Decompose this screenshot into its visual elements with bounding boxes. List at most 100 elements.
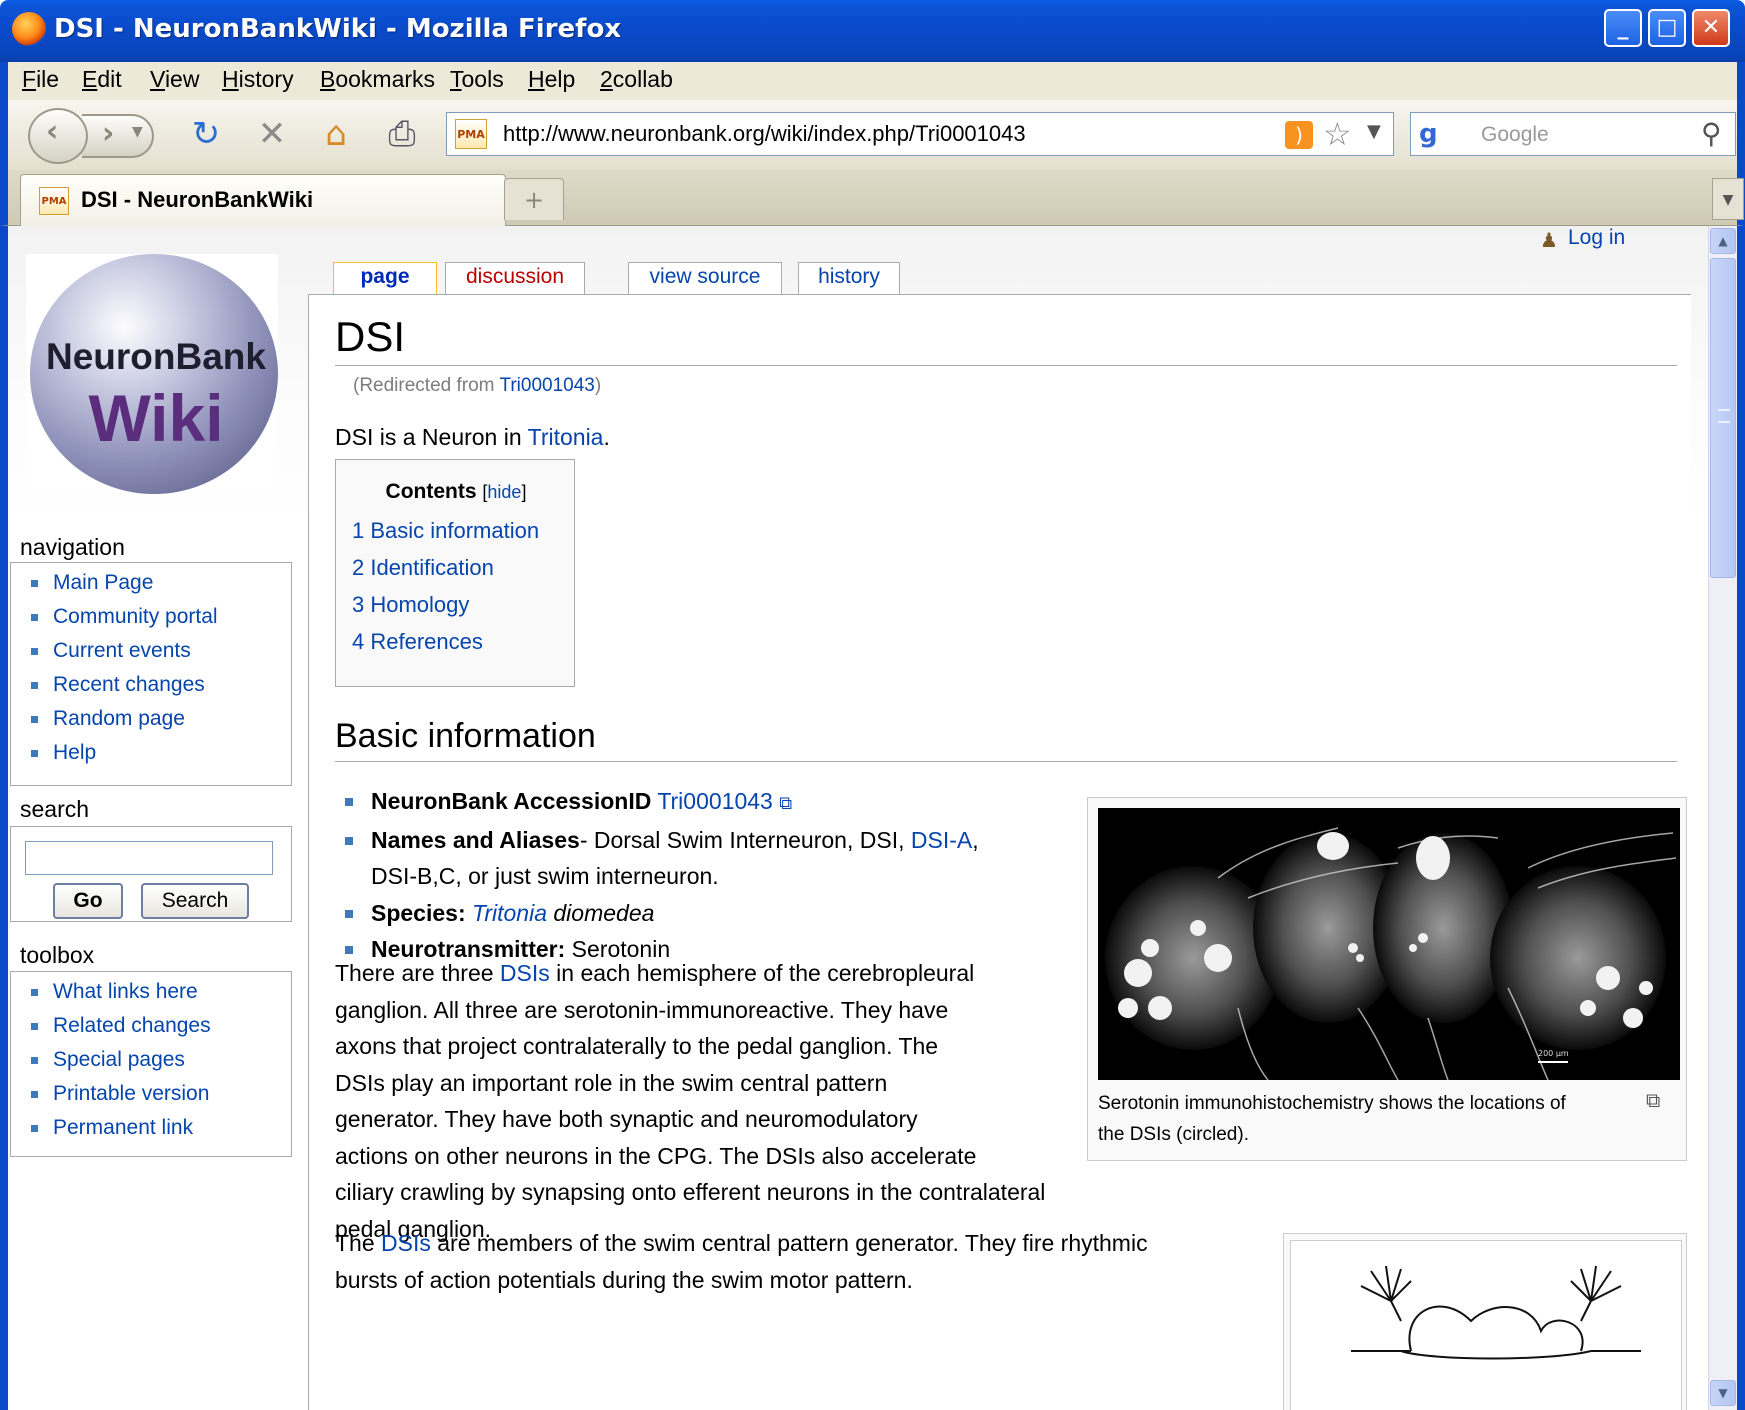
tab-view-source[interactable]: view source: [628, 262, 782, 294]
close-button[interactable]: ✕: [1692, 9, 1730, 47]
forward-button[interactable]: › ▼: [82, 114, 154, 158]
para2-line-2: bursts of action potentials during the s…: [335, 1266, 913, 1293]
para2-text-1a: The: [335, 1230, 382, 1256]
minimize-button[interactable]: _: [1604, 9, 1642, 47]
scroll-down-icon[interactable]: ▼: [1710, 1380, 1736, 1406]
url-text[interactable]: http://www.neuronbank.org/wiki/index.php…: [503, 121, 1026, 147]
menu-view-label: iew: [164, 66, 200, 92]
neuron-diagram-image[interactable]: [1290, 1240, 1682, 1410]
menu-history-accesskey: H: [222, 66, 239, 92]
redirect-note: (Redirected from Tri0001043): [353, 375, 601, 397]
tool-printable-version[interactable]: Printable version: [25, 1080, 291, 1114]
go-button[interactable]: Go: [53, 883, 123, 919]
nav-recent-changes[interactable]: Recent changes: [25, 671, 291, 705]
enlarge-icon[interactable]: ⧉: [1646, 1088, 1660, 1112]
forward-icon: ›: [102, 116, 115, 151]
fact-names-aliases: Names and Aliases- Dorsal Swim Interneur…: [335, 822, 1035, 895]
accession-id-link[interactable]: Tri0001043: [657, 788, 773, 814]
figure-serotonin-immunohistochemistry: 200 μm Serotonin immunohistochemistry sh…: [1087, 797, 1687, 1161]
redirect-link[interactable]: Tri0001043: [499, 375, 594, 396]
url-dropdown-icon[interactable]: ▼: [1367, 121, 1381, 142]
tool-what-links-here-label: What links here: [53, 980, 198, 1003]
para1-line-2: ganglion. All three are serotonin-immuno…: [335, 996, 949, 1023]
dsi-a-link[interactable]: DSI-A: [911, 827, 972, 853]
tool-permanent-link[interactable]: Permanent link: [25, 1114, 291, 1148]
tool-related-changes[interactable]: Related changes: [25, 1012, 291, 1046]
search-magnifier-icon[interactable]: ⚲: [1701, 117, 1722, 150]
dsis-link-1[interactable]: DSIs: [500, 960, 550, 986]
toc-item-homology[interactable]: 3 Homology: [352, 592, 539, 629]
print-icon[interactable]: ⎙: [382, 114, 422, 154]
menu-bookmarks[interactable]: Bookmarks: [320, 66, 435, 93]
nav-help[interactable]: Help: [25, 739, 291, 773]
section-heading-basic-information: Basic information: [335, 717, 596, 755]
para1-line-5: generator. They have both synaptic and n…: [335, 1106, 918, 1132]
reload-icon[interactable]: ↻: [186, 114, 226, 154]
toc-hide-link[interactable]: hide: [487, 482, 521, 502]
window-frame-right: [1737, 226, 1745, 1410]
menu-file-label: ile: [36, 66, 60, 92]
nav-main-page[interactable]: Main Page: [25, 569, 291, 603]
menu-edit-accesskey: E: [82, 66, 98, 92]
search-bar[interactable]: g Google ⚲: [1410, 112, 1736, 156]
intro-paragraph: DSI is a Neuron in Tritonia.: [335, 419, 610, 456]
serotonin-ganglion-image[interactable]: 200 μm: [1098, 808, 1680, 1080]
search-heading: search: [20, 796, 90, 822]
tab-page[interactable]: page: [333, 262, 437, 296]
ganglion-micrograph: 200 μm: [1105, 827, 1677, 1080]
tool-what-links-here[interactable]: What links here: [25, 978, 291, 1012]
menu-file[interactable]: File: [22, 66, 59, 93]
url-bar[interactable]: PMA http://www.neuronbank.org/wiki/index…: [446, 112, 1394, 156]
body-paragraph-1: There are three DSIs in each hemisphere …: [335, 955, 1075, 1247]
fact-names-text: - Dorsal Swim Interneuron, DSI,: [579, 826, 911, 853]
species-tritonia-link[interactable]: Tritonia: [472, 900, 547, 926]
window-titlebar: DSI - NeuronBankWiki - Mozilla Firefox _…: [0, 0, 1745, 62]
logo-text-wiki: Wiki: [88, 381, 224, 455]
toolbox-heading: toolbox: [20, 942, 95, 968]
maximize-button[interactable]: □: [1648, 9, 1686, 47]
stop-icon[interactable]: ✕: [252, 114, 292, 154]
fact-names-label: Names and Aliases: [371, 826, 580, 853]
menu-2collab[interactable]: 2collab: [600, 66, 673, 93]
title-divider: [335, 365, 1677, 366]
nav-current-events[interactable]: Current events: [25, 637, 291, 671]
tab-list-dropdown-icon[interactable]: ▼: [1712, 178, 1744, 220]
intro-suffix: .: [603, 424, 610, 450]
bookmark-star-icon[interactable]: ☆: [1323, 115, 1352, 153]
menu-edit[interactable]: Edit: [82, 66, 122, 93]
login-link[interactable]: ♟ Log in: [1540, 226, 1625, 252]
home-icon[interactable]: ⌂: [316, 114, 356, 154]
scrollbar-thumb[interactable]: [1710, 258, 1736, 578]
site-logo[interactable]: NeuronBank Wiki: [26, 254, 278, 494]
search-button[interactable]: Search: [141, 883, 249, 919]
menu-help[interactable]: Help: [528, 66, 575, 93]
wiki-search-input[interactable]: [25, 841, 273, 875]
scroll-up-icon[interactable]: ▲: [1710, 228, 1736, 254]
dsis-link-2[interactable]: DSIs: [381, 1230, 431, 1256]
toc-item-references[interactable]: 4 References: [352, 629, 539, 666]
new-tab-button[interactable]: +: [504, 178, 564, 220]
user-icon: ♟: [1540, 230, 1558, 252]
window-title: DSI - NeuronBankWiki - Mozilla Firefox: [54, 14, 622, 44]
nav-community-portal[interactable]: Community portal: [25, 603, 291, 637]
toc-hide-toggle[interactable]: [hide]: [482, 482, 526, 502]
tab-discussion[interactable]: discussion: [445, 262, 585, 294]
rss-icon[interactable]: ): [1285, 121, 1313, 149]
menu-tools[interactable]: Tools: [450, 66, 504, 93]
nav-main-page-label: Main Page: [53, 571, 154, 594]
history-dropdown-icon[interactable]: ▼: [132, 124, 143, 140]
browser-tab[interactable]: PMA DSI - NeuronBankWiki: [20, 174, 506, 226]
menu-view[interactable]: View: [150, 66, 199, 93]
logo-text-neuronbank: NeuronBank: [46, 336, 266, 377]
back-button[interactable]: ‹: [28, 108, 88, 164]
tritonia-link[interactable]: Tritonia: [528, 424, 604, 450]
toc-item-identification[interactable]: 2 Identification: [352, 555, 539, 592]
menu-history[interactable]: History: [222, 66, 294, 93]
tool-special-pages[interactable]: Special pages: [25, 1046, 291, 1080]
figure-scale-label: 200 μm: [1538, 1049, 1569, 1058]
vertical-scrollbar[interactable]: ▲ ▼: [1708, 226, 1737, 1410]
nav-random-page[interactable]: Random page: [25, 705, 291, 739]
tab-history[interactable]: history: [798, 262, 900, 294]
toc-item-basic-information[interactable]: 1 Basic information: [352, 518, 539, 555]
google-icon[interactable]: g: [1419, 119, 1438, 149]
